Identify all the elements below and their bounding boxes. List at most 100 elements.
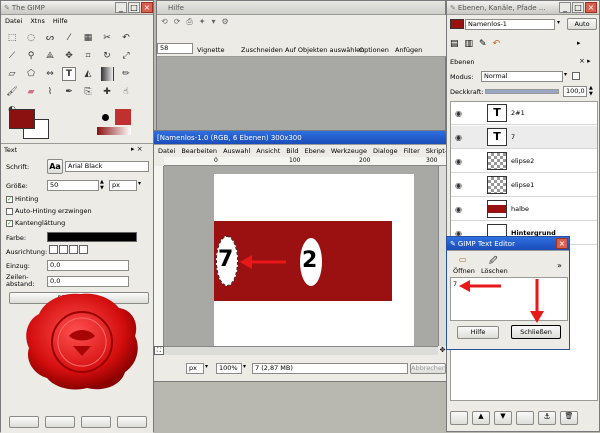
menu-ebene[interactable]: Ebene (304, 147, 324, 155)
canvas-area[interactable]: 7 2 (164, 166, 438, 346)
zoom-dropdown-icon[interactable]: ▾ (243, 363, 246, 370)
image-canvas[interactable]: 7 2 (214, 174, 414, 346)
menu-filter[interactable]: Filter (404, 147, 420, 155)
menu-dialoge[interactable]: Dialoge (373, 147, 398, 155)
size-spin-icon[interactable]: ▲ ▼ (100, 179, 104, 191)
font-field[interactable]: Arial Black (65, 161, 149, 172)
visibility-eye-icon[interactable]: ◉ (455, 205, 469, 214)
font-preview-button[interactable]: Aa (47, 159, 63, 174)
delete-button[interactable]: Löschen (481, 267, 508, 275)
channels-tab-icon[interactable]: ▥ (465, 39, 474, 49)
text-tool-icon[interactable]: T (62, 67, 76, 81)
menu-datei[interactable]: Datei (158, 147, 175, 155)
unit-select[interactable]: px (109, 180, 137, 191)
vignette-button[interactable]: Vignette (197, 46, 224, 54)
opacity-field[interactable]: 100,0 (563, 86, 587, 97)
menu-bearbeiten[interactable]: Bearbeiten (181, 147, 217, 155)
airbrush-icon[interactable]: ⌇ (43, 85, 57, 99)
flip-icon[interactable]: ⇔ (43, 67, 57, 81)
move-icon[interactable]: ✥ (62, 49, 76, 63)
horizontal-scrollbar[interactable] (164, 346, 438, 355)
layer-row[interactable]: ◉ T 7 (451, 126, 597, 149)
paintbrush-icon[interactable]: 🖌 (5, 85, 19, 99)
menu-werkzeuge[interactable]: Werkzeuge (331, 147, 367, 155)
blend-icon[interactable] (100, 67, 114, 81)
ellipse-select-icon[interactable]: ◌ (24, 31, 38, 45)
layer-row[interactable]: ◉ T 2#1 (451, 102, 597, 125)
perspective-icon[interactable]: ⬠ (24, 67, 38, 81)
background-window-titlebar[interactable]: Hilfe (157, 1, 445, 15)
gradient-preview-icon[interactable] (97, 127, 131, 135)
zoom-select[interactable]: 100% (216, 363, 242, 374)
visibility-eye-icon[interactable]: ◉ (455, 109, 469, 118)
minimize-button[interactable]: _ (115, 2, 127, 13)
clone-icon[interactable]: ⎘ (81, 85, 95, 99)
open-button[interactable]: Öffnen (453, 267, 475, 275)
append-button[interactable]: Anfügen (395, 46, 422, 54)
rect-select-icon[interactable]: ⬚ (5, 31, 19, 45)
visibility-eye-icon[interactable]: ◉ (455, 157, 469, 166)
menu-skript-fu[interactable]: Skript-Fu (426, 147, 447, 155)
menu-bild[interactable]: Bild (286, 147, 298, 155)
scale-icon[interactable]: ⤢ (119, 49, 133, 63)
opacity-spin-icon[interactable]: ▲ ▼ (589, 85, 593, 97)
text-color-button[interactable] (47, 232, 137, 242)
heal-icon[interactable]: ✚ (100, 85, 114, 99)
antialias-checkbox[interactable]: ✓ Kantenglättung (6, 219, 65, 227)
minimize-button[interactable]: _ (559, 2, 571, 13)
image-select-dropdown-icon[interactable]: ▾ (557, 19, 560, 26)
panel-menu-icon[interactable]: ▸ × (131, 145, 143, 153)
help-button[interactable]: Hilfe (457, 326, 499, 339)
unit-select[interactable]: px (186, 363, 204, 374)
close-dialog-button[interactable]: Schließen (511, 325, 561, 339)
menu-hilfe[interactable]: Hilfe (53, 17, 68, 25)
zoom-icon[interactable]: ⚲ (24, 49, 38, 63)
cancel-button[interactable]: Abbrechen (410, 363, 446, 374)
layer-row[interactable]: ◉ elipse1 (451, 174, 597, 197)
indent-field[interactable]: 0,0 (47, 260, 129, 271)
open-file-icon[interactable]: ▭ (459, 255, 467, 264)
keep-trans-checkbox[interactable] (572, 72, 580, 80)
delete-layer-icon[interactable]: 🗑 (560, 411, 578, 425)
auto-button[interactable]: Auto (567, 18, 597, 30)
justify-right-icon[interactable] (59, 245, 68, 254)
reset-options-icon[interactable] (117, 416, 147, 428)
scissors-icon[interactable]: ✂ (100, 31, 114, 45)
visibility-eye-icon[interactable]: ◉ (455, 181, 469, 190)
lasso-icon[interactable]: ᔕ (43, 31, 57, 45)
image-select[interactable]: Namenlos-1 (465, 19, 555, 30)
quickmask-icon[interactable]: ⛶ (154, 346, 164, 355)
unit-dropdown-icon[interactable]: ▾ (205, 363, 208, 370)
crop-icon[interactable]: ⌗ (81, 49, 95, 63)
autohint-checkbox[interactable]: Auto-Hinting erzwingen (6, 207, 92, 215)
rotate-icon[interactable]: ↻ (100, 49, 114, 63)
spacing-field[interactable]: 0,0 (47, 276, 129, 287)
duplicate-layer-icon[interactable] (516, 411, 534, 425)
menu-auswahl[interactable]: Auswahl (223, 147, 250, 155)
ink-icon[interactable]: ✒ (62, 85, 76, 99)
hinting-checkbox[interactable]: ✓ Hinting (6, 195, 38, 203)
smudge-icon[interactable]: ☝ (119, 85, 133, 99)
layers-tab-icon[interactable]: ▤ (450, 39, 459, 49)
close-button[interactable]: × (585, 2, 597, 13)
unit-dropdown-icon[interactable]: ▾ (138, 180, 141, 187)
select-objects-button[interactable]: Auf Objekten auswählen (285, 46, 364, 54)
size-field[interactable]: 50 (47, 180, 99, 191)
color-select-icon[interactable]: ▦ (81, 31, 95, 45)
shear-icon[interactable]: ▱ (5, 67, 19, 81)
justify-center-icon[interactable] (69, 245, 78, 254)
options-button[interactable]: Optionen (359, 46, 389, 54)
fg-color-swatch[interactable] (9, 109, 35, 129)
paths-tab-icon[interactable]: ✎ (479, 39, 487, 49)
text-editor-titlebar[interactable]: ✎ GIMP Text Editor (447, 237, 569, 251)
menu-ansicht[interactable]: Ansicht (256, 147, 280, 155)
anchor-layer-icon[interactable]: ⚓ (538, 411, 556, 425)
save-options-icon[interactable] (9, 416, 39, 428)
image-window-titlebar[interactable]: [Namenlos-1.0 (RGB, 6 Ebenen) 300x300 (154, 131, 447, 145)
more-button[interactable]: » (557, 261, 562, 270)
bg-field-1[interactable]: 58 (157, 43, 193, 54)
visibility-eye-icon[interactable]: ◉ (455, 133, 469, 142)
lower-layer-icon[interactable]: ▼ (494, 411, 512, 425)
crop-button[interactable]: Zuschneiden (241, 46, 283, 54)
paths-icon[interactable]: ↶ (119, 31, 133, 45)
